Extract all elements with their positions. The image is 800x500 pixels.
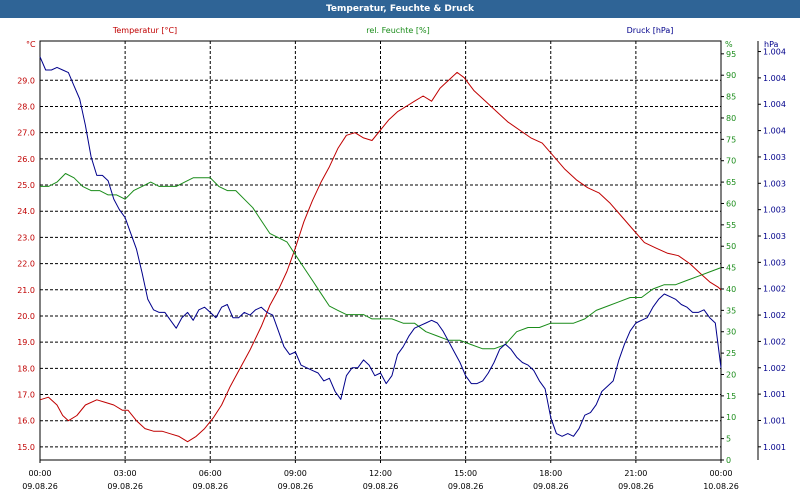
humidity-unit-label: %: [725, 40, 733, 49]
y-tick-label-temperature: 29.0: [17, 76, 35, 85]
y-tick-label-humidity: 45: [726, 264, 736, 273]
y-tick-label-temperature: 19.0: [17, 338, 35, 347]
y-tick-label-pressure: 1.004: [763, 100, 786, 109]
x-tick-label-time: 12:00: [369, 469, 392, 478]
x-tick-label-date: 09.08.26: [192, 482, 228, 491]
x-tick-label-date: 09.08.26: [363, 482, 399, 491]
y-tick-label-pressure: 1.002: [763, 285, 786, 294]
y-tick-label-temperature: 22.0: [17, 260, 35, 269]
temperature-axis-label: Temperatur [°C]: [112, 26, 177, 35]
x-tick-label-date: 09.08.26: [107, 482, 143, 491]
y-tick-label-humidity: 30: [726, 328, 736, 337]
x-tick-label-date: 09.08.26: [448, 482, 484, 491]
x-tick-label-time: 09:00: [284, 469, 307, 478]
y-tick-label-temperature: 23.0: [17, 233, 35, 242]
x-tick-label-date: 09.08.26: [618, 482, 654, 491]
y-tick-label-humidity: 25: [726, 349, 736, 358]
x-tick-label-time: 18:00: [539, 469, 562, 478]
y-tick-label-pressure: 1.004: [763, 74, 786, 83]
y-tick-label-pressure: 1.001: [763, 416, 786, 425]
x-tick-label-time: 06:00: [199, 469, 222, 478]
y-tick-label-pressure: 1.004: [763, 127, 786, 136]
y-tick-label-pressure: 1.003: [763, 179, 786, 188]
y-tick-label-humidity: 50: [726, 242, 736, 251]
y-tick-label-temperature: 18.0: [17, 364, 35, 373]
y-tick-label-humidity: 60: [726, 199, 736, 208]
y-tick-label-pressure: 1.002: [763, 311, 786, 320]
y-tick-label-pressure: 1.003: [763, 232, 786, 241]
x-tick-label-time: 15:00: [454, 469, 477, 478]
y-tick-label-temperature: 15.0: [17, 443, 35, 452]
y-tick-label-temperature: 20.0: [17, 312, 35, 321]
chart-title: Temperatur, Feuchte & Druck: [0, 0, 800, 18]
y-tick-label-humidity: 90: [726, 71, 736, 80]
y-tick-label-temperature: 27.0: [17, 129, 35, 138]
y-tick-label-humidity: 65: [726, 178, 736, 187]
y-tick-label-temperature: 25.0: [17, 181, 35, 190]
x-tick-label-date: 10.08.26: [703, 482, 739, 491]
y-tick-label-temperature: 24.0: [17, 207, 35, 216]
x-tick-label-time: 03:00: [114, 469, 137, 478]
y-tick-label-humidity: 75: [726, 135, 736, 144]
y-tick-label-humidity: 70: [726, 157, 736, 166]
y-tick-label-pressure: 1.002: [763, 364, 786, 373]
x-tick-label-time: 21:00: [624, 469, 647, 478]
y-tick-label-humidity: 55: [726, 221, 736, 230]
y-tick-label-humidity: 80: [726, 114, 736, 123]
y-tick-label-humidity: 5: [726, 435, 731, 444]
temperature-unit-label: °C: [26, 40, 36, 49]
y-tick-label-temperature: 21.0: [17, 286, 35, 295]
humidity-axis-label: rel. Feuchte [%]: [366, 26, 429, 35]
y-tick-label-pressure: 1.003: [763, 153, 786, 162]
x-tick-label-time: 00:00: [709, 469, 732, 478]
chart-plot: 00:00 09.08.26 03:00 09.08.26 06:00 09.08.26 0…: [17, 26, 786, 491]
y-tick-label-temperature: 17.0: [17, 391, 35, 400]
y-tick-label-humidity: 20: [726, 370, 736, 379]
y-tick-label-temperature: 28.0: [17, 102, 35, 111]
x-tick-label-date: 09.08.26: [22, 482, 58, 491]
y-tick-label-humidity: 40: [726, 285, 736, 294]
y-tick-label-humidity: 35: [726, 306, 736, 315]
y-tick-label-humidity: 10: [726, 413, 736, 422]
y-tick-label-humidity: 85: [726, 93, 736, 102]
y-tick-label-humidity: 95: [726, 50, 736, 59]
y-tick-label-pressure: 1.003: [763, 206, 786, 215]
y-tick-label-temperature: 26.0: [17, 155, 35, 164]
y-tick-label-pressure: 1.002: [763, 337, 786, 346]
y-tick-label-pressure: 1.003: [763, 258, 786, 267]
pressure-unit-label: hPa: [764, 40, 779, 49]
y-tick-label-pressure: 1.001: [763, 390, 786, 399]
x-tick-label-date: 09.08.26: [278, 482, 314, 491]
y-tick-label-humidity: 15: [726, 392, 736, 401]
chart-window: Temperatur, Feuchte & Druck 00:00 09.08.2…: [0, 0, 800, 500]
x-tick-label-time: 00:00: [28, 469, 51, 478]
x-tick-label-date: 09.08.26: [533, 482, 569, 491]
y-tick-label-temperature: 16.0: [17, 417, 35, 426]
y-tick-label-pressure: 1.001: [763, 443, 786, 452]
y-tick-label-humidity: 0: [726, 456, 731, 465]
pressure-axis-label: Druck [hPa]: [627, 26, 674, 35]
